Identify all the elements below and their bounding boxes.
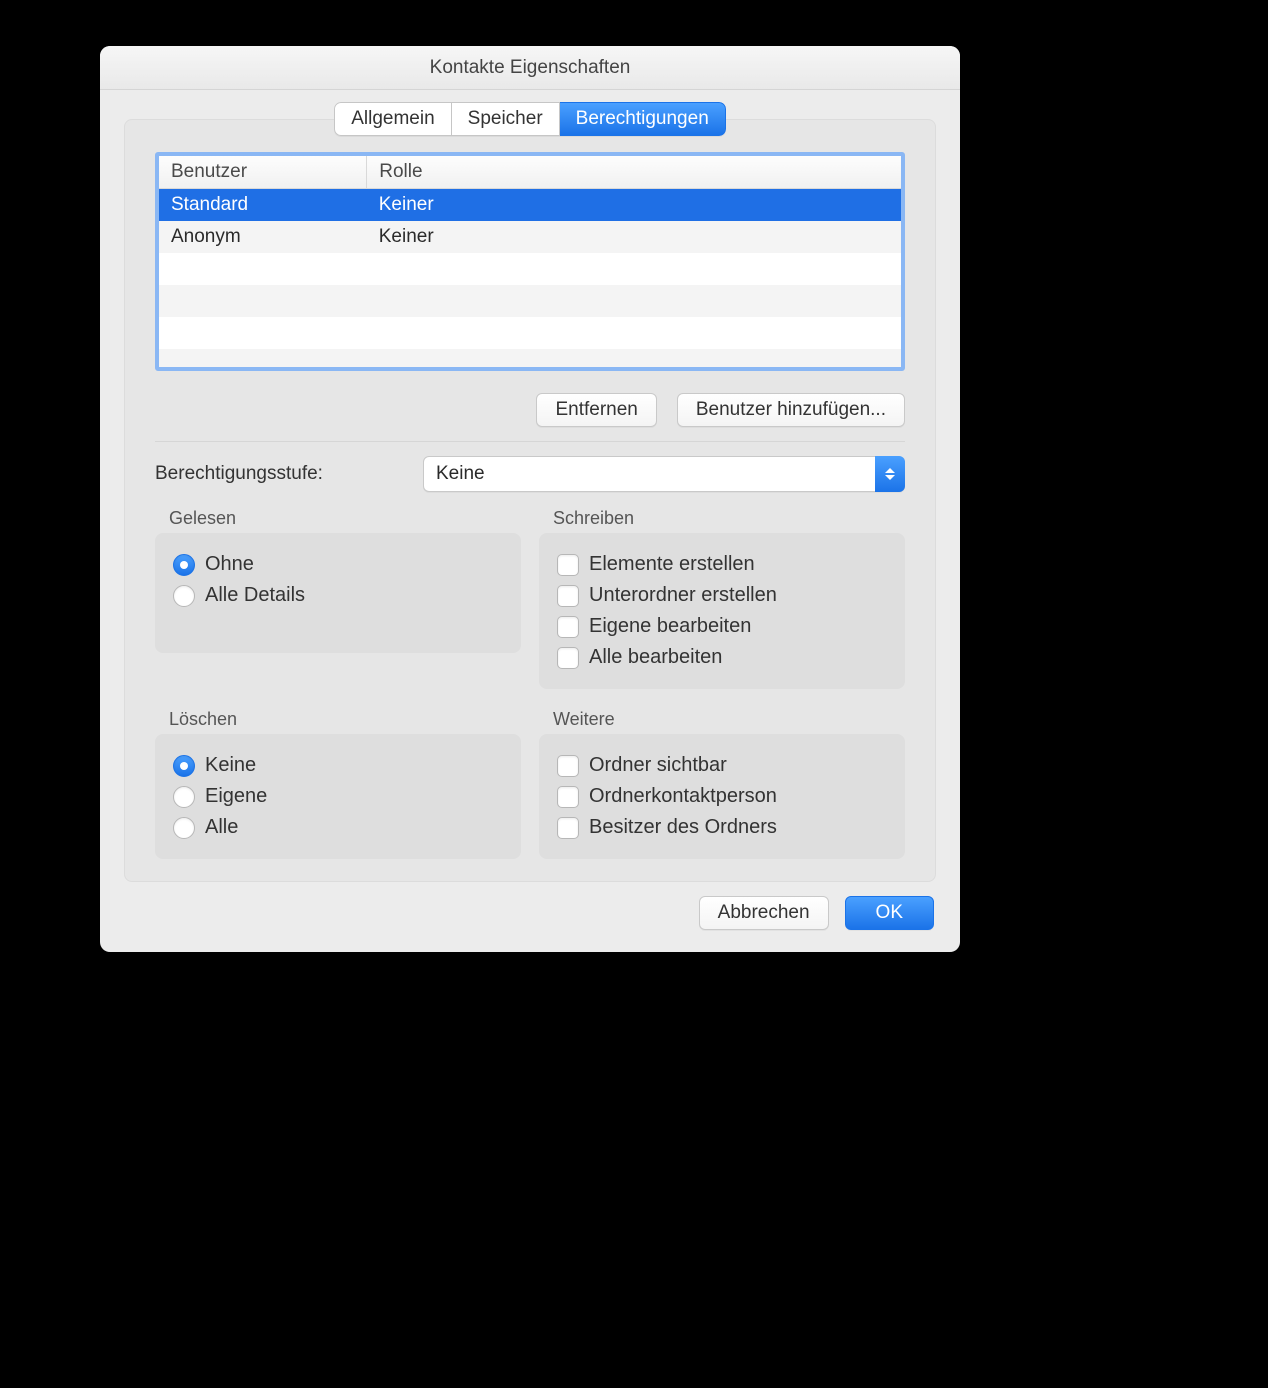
cell-role: Keiner xyxy=(367,221,901,253)
radio-delete-own[interactable]: Eigene xyxy=(173,781,503,812)
radio-icon xyxy=(173,786,195,808)
tab-general[interactable]: Allgemein xyxy=(334,102,451,136)
group-title-write: Schreiben xyxy=(539,508,905,533)
table-buttons: Entfernen Benutzer hinzufügen... xyxy=(155,393,905,427)
check-folder-visible[interactable]: Ordner sichtbar xyxy=(557,750,887,781)
window-title: Kontakte Eigenschaften xyxy=(430,57,631,79)
radio-label: Keine xyxy=(205,754,256,777)
check-folder-contact[interactable]: Ordnerkontaktperson xyxy=(557,781,887,812)
cell-role: Keiner xyxy=(367,189,901,222)
check-create-items[interactable]: Elemente erstellen xyxy=(557,549,887,580)
chevron-updown-icon xyxy=(875,456,905,492)
dialog-content: Allgemein Speicher Berechtigungen Benutz… xyxy=(100,102,960,952)
tab-storage[interactable]: Speicher xyxy=(452,102,560,136)
permission-level-value: Keine xyxy=(436,463,485,485)
group-title-read: Gelesen xyxy=(155,508,521,533)
checkbox-icon xyxy=(557,585,579,607)
permission-level-label: Berechtigungsstufe: xyxy=(155,463,407,485)
checkbox-icon xyxy=(557,616,579,638)
table-row[interactable] xyxy=(159,253,901,285)
properties-dialog: Kontakte Eigenschaften Allgemein Speiche… xyxy=(100,46,960,952)
checkbox-label: Ordnerkontaktperson xyxy=(589,785,777,808)
radio-read-all-details[interactable]: Alle Details xyxy=(173,580,503,611)
radio-label: Eigene xyxy=(205,785,267,808)
cell-user: Standard xyxy=(159,189,367,222)
check-create-subfolders[interactable]: Unterordner erstellen xyxy=(557,580,887,611)
table-row[interactable] xyxy=(159,285,901,317)
checkbox-label: Eigene bearbeiten xyxy=(589,615,751,638)
group-title-other: Weitere xyxy=(539,709,905,734)
check-edit-own[interactable]: Eigene bearbeiten xyxy=(557,611,887,642)
checkbox-icon xyxy=(557,817,579,839)
table-row[interactable]: Standard Keiner xyxy=(159,189,901,222)
checkbox-label: Ordner sichtbar xyxy=(589,754,727,777)
column-header-role[interactable]: Rolle xyxy=(367,156,901,189)
checkbox-label: Elemente erstellen xyxy=(589,553,755,576)
radio-label: Ohne xyxy=(205,553,254,576)
permissions-panel: Benutzer Rolle Standard Keiner Anonym Ke… xyxy=(124,119,936,882)
table-row[interactable]: Anonym Keiner xyxy=(159,221,901,253)
table-row[interactable] xyxy=(159,349,901,367)
add-user-button[interactable]: Benutzer hinzufügen... xyxy=(677,393,905,427)
radio-icon xyxy=(173,755,195,777)
radio-icon xyxy=(173,817,195,839)
permission-level-row: Berechtigungsstufe: Keine xyxy=(155,456,905,492)
checkbox-label: Besitzer des Ordners xyxy=(589,816,777,839)
checkbox-icon xyxy=(557,647,579,669)
group-write: Schreiben Elemente erstellen Unterordner… xyxy=(539,508,905,689)
checkbox-icon xyxy=(557,554,579,576)
radio-read-none[interactable]: Ohne xyxy=(173,549,503,580)
check-edit-all[interactable]: Alle bearbeiten xyxy=(557,642,887,673)
cancel-button[interactable]: Abbrechen xyxy=(699,896,829,930)
group-other: Weitere Ordner sichtbar Ordnerkontaktper… xyxy=(539,709,905,859)
window-titlebar[interactable]: Kontakte Eigenschaften xyxy=(100,46,960,90)
remove-button[interactable]: Entfernen xyxy=(536,393,656,427)
user-role-table[interactable]: Benutzer Rolle Standard Keiner Anonym Ke… xyxy=(155,152,905,371)
ok-button[interactable]: OK xyxy=(845,896,934,930)
group-title-delete: Löschen xyxy=(155,709,521,734)
radio-label: Alle xyxy=(205,816,238,839)
check-folder-owner[interactable]: Besitzer des Ordners xyxy=(557,812,887,843)
group-delete: Löschen Keine Eigene Alle xyxy=(155,709,521,859)
group-read: Gelesen Ohne Alle Details xyxy=(155,508,521,689)
permission-groups: Gelesen Ohne Alle Details Schreiben xyxy=(155,508,905,859)
segmented-control: Allgemein Speicher Berechtigungen xyxy=(334,102,726,136)
radio-label: Alle Details xyxy=(205,584,305,607)
dialog-footer: Abbrechen OK xyxy=(100,882,960,936)
separator xyxy=(155,441,905,442)
radio-delete-all[interactable]: Alle xyxy=(173,812,503,843)
radio-icon xyxy=(173,585,195,607)
table-row[interactable] xyxy=(159,317,901,349)
cell-user: Anonym xyxy=(159,221,367,253)
checkbox-label: Unterordner erstellen xyxy=(589,584,777,607)
permission-level-select[interactable]: Keine xyxy=(423,456,905,492)
tab-permissions[interactable]: Berechtigungen xyxy=(560,102,726,136)
radio-delete-none[interactable]: Keine xyxy=(173,750,503,781)
checkbox-icon xyxy=(557,755,579,777)
radio-icon xyxy=(173,554,195,576)
checkbox-label: Alle bearbeiten xyxy=(589,646,722,669)
column-header-user[interactable]: Benutzer xyxy=(159,156,367,189)
tab-bar: Allgemein Speicher Berechtigungen xyxy=(100,102,960,136)
checkbox-icon xyxy=(557,786,579,808)
